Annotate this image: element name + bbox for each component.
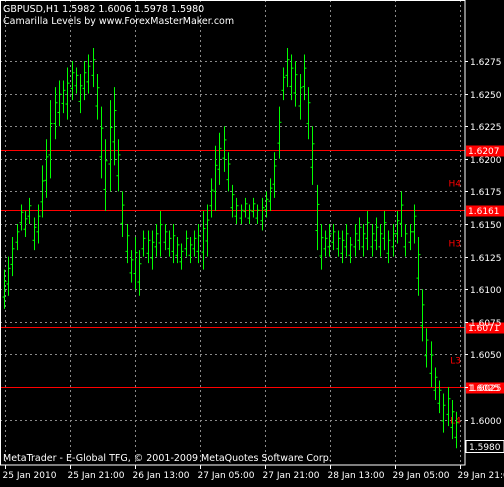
x-tick-label: 27 Jan 21:00 (263, 471, 320, 481)
y-tick-label: 1.6050 (470, 351, 502, 361)
y-tick-label: 1.6125 (470, 254, 502, 264)
x-tick-label: 28 Jan 13:00 (328, 471, 385, 481)
y-tick-label: 1.6150 (470, 221, 502, 231)
y-tick-label: 1.6075 (470, 319, 502, 329)
indicator-label: Camarilla Levels by www.ForexMasterMaker… (3, 16, 234, 27)
y-tick-label: 1.6100 (470, 286, 502, 296)
y-tick-label: 1.6200 (470, 156, 502, 166)
current-price-label: 1.5980 (469, 443, 501, 453)
x-tick-label: 25 Jan 21:00 (68, 471, 125, 481)
symbol-header: GBPUSD,H1 1.5982 1.6006 1.5978 1.5980 (3, 4, 204, 15)
y-tick-label: 1.6225 (470, 123, 502, 133)
chart-background (0, 0, 504, 483)
x-tick-label: 27 Jan 05:00 (198, 471, 255, 481)
copyright-text: MetaTrader - E-Global TFG, © 2001-2009 M… (3, 453, 332, 464)
x-tick-label: 26 Jan 13:00 (133, 471, 190, 481)
y-tick-label: 1.6275 (470, 58, 502, 68)
x-tick-label: 25 Jan 2010 (3, 471, 57, 481)
y-tick-label: 1.6025 (470, 384, 502, 394)
y-tick-label: 1.6000 (470, 417, 502, 427)
level-name-label: L3 (450, 357, 461, 367)
level-name-label: H4 (449, 180, 462, 190)
price-chart[interactable]: 1.6207H41.6161H31.6071L31.6025L4 1.62751… (0, 0, 504, 483)
x-tick-label: 29 Jan 21:00 (458, 471, 504, 481)
level-name-label: L4 (450, 417, 461, 427)
y-tick-label: 1.6250 (470, 91, 502, 101)
chart-window[interactable]: 1.6207H41.6161H31.6071L31.6025L4 1.62751… (0, 0, 504, 483)
x-tick-label: 29 Jan 05:00 (393, 471, 450, 481)
level-name-label: H3 (449, 240, 462, 250)
y-tick-label: 1.6175 (470, 188, 502, 198)
level-price-label: 1.6161 (468, 207, 500, 217)
